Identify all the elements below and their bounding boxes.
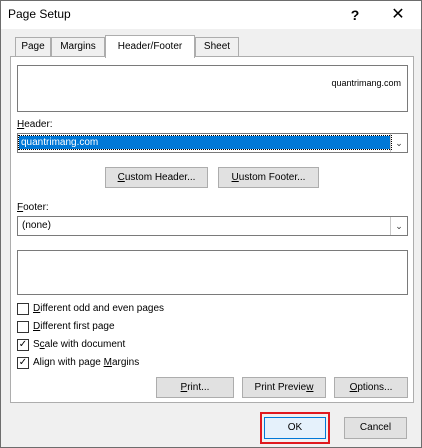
different-first-page-label: Different first page — [33, 321, 115, 332]
footer-label: Footer: — [17, 202, 49, 213]
print-preview-button[interactable]: Print Preview — [242, 377, 326, 398]
header-label: Header: — [17, 119, 53, 130]
options-button[interactable]: Options... — [334, 377, 408, 398]
ok-button[interactable]: OK — [264, 417, 326, 439]
title-bar: Page Setup ? ✕ — [1, 1, 421, 29]
close-button[interactable]: ✕ — [383, 4, 413, 26]
different-odd-even-label: Different odd and even pages — [33, 303, 165, 314]
page-setup-dialog: Page Setup ? ✕ Page Margins Header/Foote… — [0, 0, 422, 448]
print-button[interactable]: Print... — [156, 377, 234, 398]
cancel-button[interactable]: Cancel — [344, 417, 407, 439]
help-button[interactable]: ? — [341, 4, 369, 26]
align-with-margins-checkbox[interactable]: ✓ — [17, 357, 29, 369]
different-odd-even-checkbox[interactable] — [17, 303, 29, 315]
tab-margins[interactable]: Margins — [51, 37, 105, 56]
header-footer-panel: quantrimang.com Header: quantrimang.com … — [10, 56, 414, 403]
custom-header-button[interactable]: Custom Header... — [105, 167, 208, 188]
tab-sheet[interactable]: Sheet — [195, 37, 239, 56]
footer-dropdown[interactable]: (none) ⌄ — [17, 216, 408, 236]
footer-preview — [17, 250, 408, 295]
header-preview-text: quantrimang.com — [331, 78, 401, 88]
header-preview: quantrimang.com — [17, 65, 408, 112]
header-dropdown[interactable]: quantrimang.com ⌄ — [17, 133, 408, 153]
custom-footer-button[interactable]: Uustom Footer... — [218, 167, 319, 188]
tab-page[interactable]: Page — [15, 37, 51, 56]
different-first-page-checkbox[interactable] — [17, 321, 29, 333]
align-with-margins-label: Align with page Margins — [33, 357, 140, 368]
chevron-down-icon[interactable]: ⌄ — [390, 134, 407, 152]
footer-dropdown-value: (none) — [22, 220, 51, 231]
scale-with-document-label: Scale with document — [33, 339, 126, 350]
tab-header-footer[interactable]: Header/Footer — [105, 35, 195, 58]
header-dropdown-value: quantrimang.com — [18, 135, 392, 150]
dialog-title: Page Setup — [8, 7, 71, 21]
scale-with-document-checkbox[interactable]: ✓ — [17, 339, 29, 351]
chevron-down-icon[interactable]: ⌄ — [390, 217, 407, 235]
